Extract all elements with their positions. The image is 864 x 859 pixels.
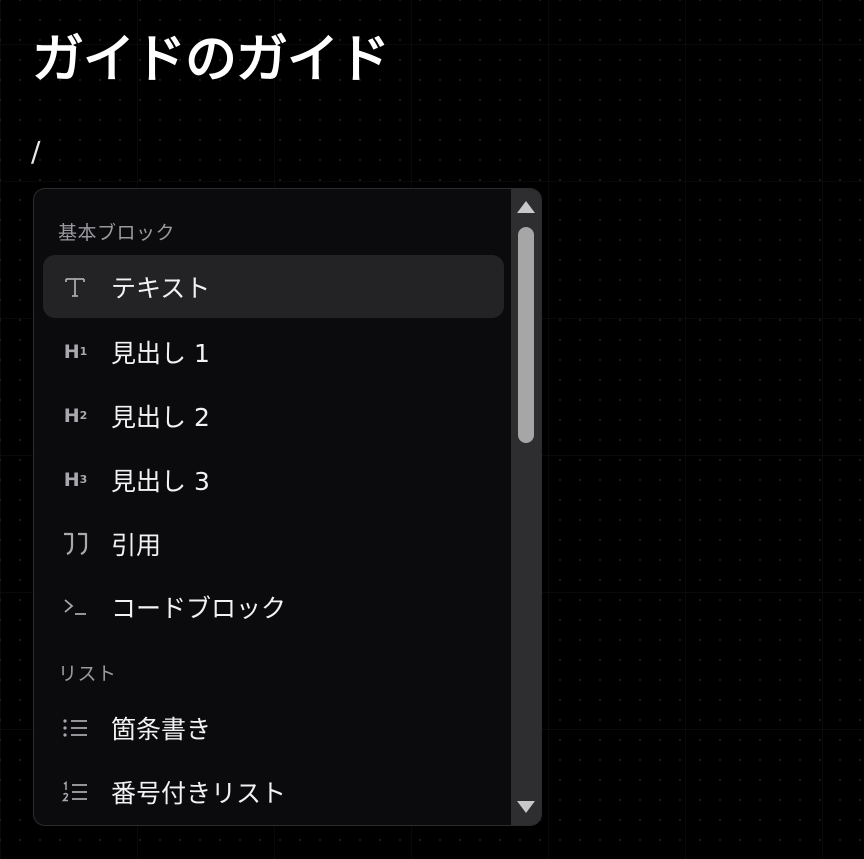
- menu-item-heading-2[interactable]: H2 見出し 2: [43, 384, 504, 447]
- code-icon: [59, 596, 91, 618]
- menu-item-label: 見出し 2: [111, 402, 210, 432]
- slash-command-menu: 基本ブロック テキスト H1 見出し 1 H2 見出し 2 H3 見出し 3 引…: [33, 188, 542, 826]
- scroll-up-arrow-icon[interactable]: [517, 201, 535, 213]
- menu-list: 基本ブロック テキスト H1 見出し 1 H2 見出し 2 H3 見出し 3 引…: [34, 189, 512, 825]
- slash-command-input[interactable]: /: [31, 138, 40, 166]
- menu-item-label: 箇条書き: [111, 714, 212, 744]
- text-icon: [59, 275, 91, 299]
- menu-item-label: 番号付きリスト: [111, 778, 287, 808]
- menu-item-heading-3[interactable]: H3 見出し 3: [43, 448, 504, 511]
- menu-item-quote[interactable]: 引用: [43, 512, 504, 575]
- heading-1-icon: H1: [63, 340, 88, 363]
- menu-item-label: 見出し 3: [111, 466, 210, 496]
- page-title: ガイドのガイド: [32, 30, 390, 90]
- menu-item-label: コードブロック: [111, 593, 287, 623]
- heading-3-icon: H3: [63, 468, 88, 491]
- menu-item-code-block[interactable]: コードブロック: [43, 575, 504, 638]
- bullet-list-icon: [59, 716, 91, 740]
- quote-icon: [59, 531, 91, 557]
- heading-2-icon: H2: [63, 404, 88, 427]
- scrollbar-thumb[interactable]: [518, 227, 534, 443]
- scroll-down-arrow-icon[interactable]: [517, 801, 535, 813]
- menu-item-text[interactable]: テキスト: [43, 255, 504, 318]
- menu-item-bullet-list[interactable]: 箇条書き: [43, 696, 504, 759]
- menu-item-numbered-list[interactable]: 番号付きリスト: [43, 760, 504, 823]
- section-label-basic-blocks: 基本ブロック: [58, 222, 176, 244]
- menu-item-label: 引用: [111, 530, 162, 560]
- menu-item-label: 見出し 1: [111, 338, 210, 368]
- scrollbar[interactable]: [511, 189, 541, 825]
- menu-item-heading-1[interactable]: H1 見出し 1: [43, 320, 504, 383]
- menu-item-label: テキスト: [111, 273, 211, 303]
- section-label-list: リスト: [58, 663, 117, 685]
- numbered-list-icon: [59, 780, 91, 804]
